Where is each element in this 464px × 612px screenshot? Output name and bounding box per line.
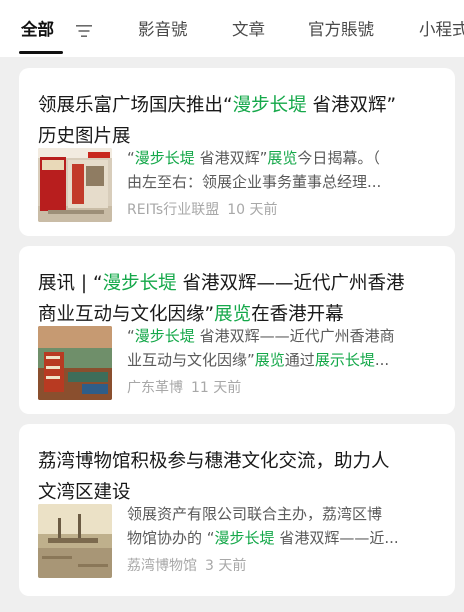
article-title[interactable]: 荔湾博物馆积极参与穗港文化交流，助力人 文湾区建设 <box>38 446 438 508</box>
article-result-card[interactable]: 展讯 | “漫步长堤 省港双辉——近代广州香港 商业互动与文化因缘”展览在香港开幕… <box>19 246 455 414</box>
article-thumbnail <box>38 504 112 578</box>
article-time: 11 天前 <box>191 380 242 396</box>
article-source: 荔湾博物馆 <box>127 558 197 574</box>
article-result-card[interactable]: 荔湾博物馆积极参与穗港文化交流，助力人 文湾区建设 领展资产有限公司联合主办，荔湾… <box>19 424 455 596</box>
tab-official-accounts[interactable]: 官方賬號 <box>308 19 374 41</box>
tab-all[interactable]: 全部 <box>21 19 54 41</box>
article-snippet: “漫步长堤 省港双辉”展览今日揭幕。（ 由左至右：领展企业事务董事总经理... <box>127 149 382 191</box>
article-source: 广东革博 <box>127 380 183 396</box>
article-meta: REITs行业联盟 10 天前 <box>127 200 278 220</box>
article-snippet: “漫步长堤 省港双辉——近代广州香港商 业互动与文化因缘”展览通过展示长堤... <box>127 327 395 369</box>
tab-channels[interactable]: 影音號 <box>138 19 188 41</box>
article-thumbnail <box>38 326 112 400</box>
filter-icon[interactable] <box>76 25 92 37</box>
active-tab-indicator <box>19 51 63 54</box>
article-meta: 广东革博 11 天前 <box>127 378 241 398</box>
article-source: REITs行业联盟 <box>127 202 220 218</box>
tab-articles[interactable]: 文章 <box>232 19 265 41</box>
article-title[interactable]: 领展乐富广场国庆推出“漫步长堤 省港双辉” 历史图片展 <box>38 90 438 152</box>
tab-mini-programs[interactable]: 小程式 <box>419 19 464 41</box>
article-title[interactable]: 展讯 | “漫步长堤 省港双辉——近代广州香港 商业互动与文化因缘”展览在香港开幕 <box>38 268 438 330</box>
article-time: 10 天前 <box>227 202 278 218</box>
article-time: 3 天前 <box>205 558 247 574</box>
article-result-card[interactable]: 领展乐富广场国庆推出“漫步长堤 省港双辉” 历史图片展 “漫步长堤 省港双辉”展览… <box>19 68 455 236</box>
article-snippet: 领展资产有限公司联合主办，荔湾区博 物馆协办的 “漫步长堤 省港双辉——近... <box>127 505 399 547</box>
article-thumbnail <box>38 148 112 222</box>
search-tab-bar: 全部 影音號 文章 官方賬號 小程式 <box>0 0 464 57</box>
article-meta: 荔湾博物馆 3 天前 <box>127 556 246 576</box>
